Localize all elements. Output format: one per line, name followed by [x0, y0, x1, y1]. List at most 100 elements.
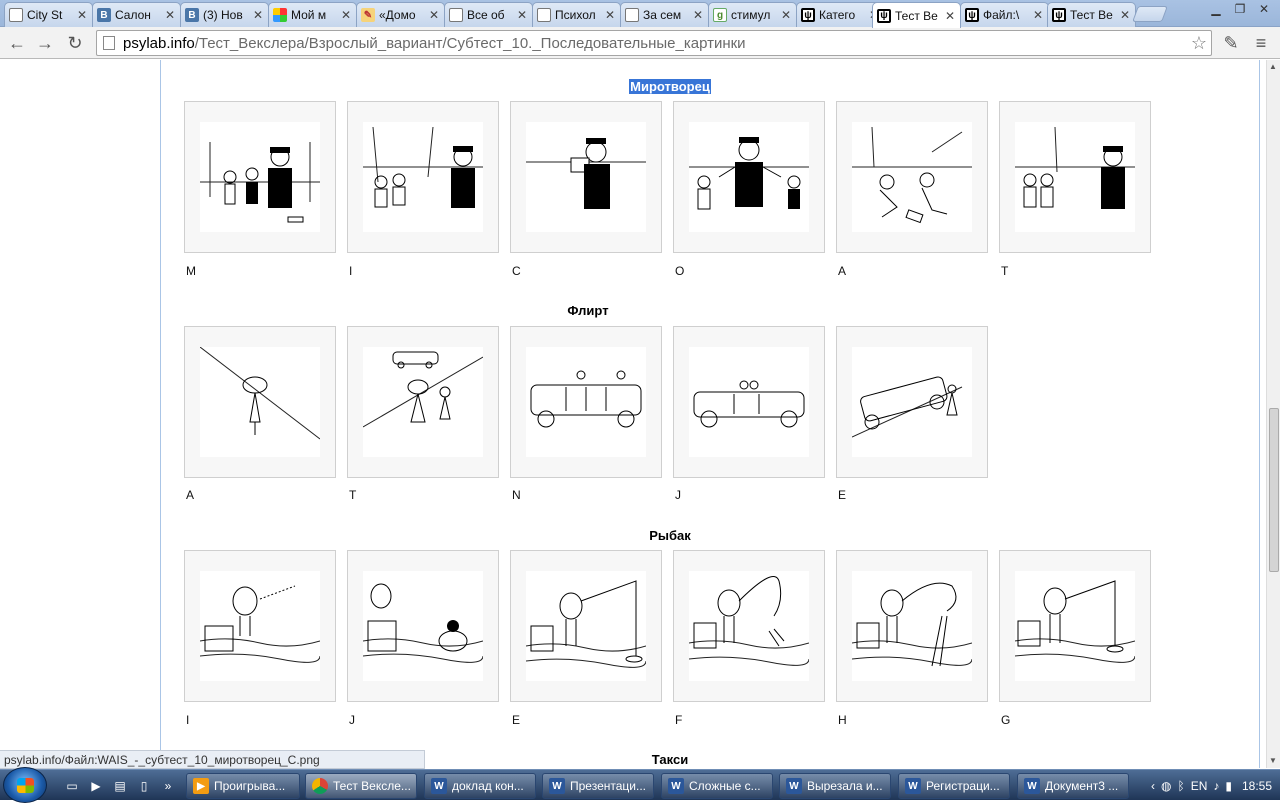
- close-icon[interactable]: ✕: [164, 8, 176, 22]
- bluetooth-icon[interactable]: ᛒ: [1177, 779, 1184, 793]
- thumbnail-flirt-j[interactable]: [673, 326, 825, 478]
- bookmark-star-icon[interactable]: ☆: [1191, 33, 1207, 54]
- close-icon[interactable]: ✕: [428, 8, 440, 22]
- cartoon-image: [1015, 580, 1135, 663]
- tab-stimul[interactable]: g стимул ✕: [708, 2, 797, 27]
- address-bar[interactable]: psylab.info /Тест_Векслера/Взрослый_вари…: [96, 30, 1212, 56]
- forward-arrow-icon[interactable]: →: [34, 32, 56, 54]
- thumbnail-mirotvorets-a[interactable]: [836, 101, 988, 253]
- start-button[interactable]: [3, 767, 47, 803]
- tab-city-st[interactable]: City St ✕: [4, 2, 93, 27]
- minimize-icon[interactable]: ▁: [1204, 1, 1228, 17]
- tab-psihol[interactable]: Психол ✕: [532, 2, 621, 27]
- section-title-taksi: Такси: [651, 752, 689, 767]
- thumbnail-flirt-e[interactable]: [836, 326, 988, 478]
- thumbnail-rybak-e[interactable]: [510, 550, 662, 702]
- thumbnail-rybak-f[interactable]: [673, 550, 825, 702]
- word-icon: W: [431, 778, 447, 794]
- document-icon[interactable]: ▯: [136, 778, 152, 794]
- language-indicator[interactable]: EN: [1191, 779, 1208, 793]
- taskbar-item-label: Вырезала и...: [807, 779, 883, 793]
- volume-icon[interactable]: ♪: [1213, 779, 1219, 793]
- media-player-icon[interactable]: ▶: [88, 778, 104, 794]
- section-title-mirotvorets: Миротворец: [560, 79, 780, 94]
- tab-test-wechsler-2[interactable]: ψ Тест Ве ✕: [1047, 2, 1136, 27]
- caption-letter: J: [349, 713, 355, 727]
- clock[interactable]: 18:55: [1242, 779, 1272, 793]
- page-menu-icon[interactable]: ✎: [1220, 32, 1242, 54]
- scrollbar-thumb[interactable]: [1269, 408, 1279, 572]
- scroll-up-icon[interactable]: ▲: [1269, 62, 1277, 71]
- explorer-icon[interactable]: ▤: [112, 778, 128, 794]
- thumbnail-mirotvorets-t[interactable]: [999, 101, 1151, 253]
- tab-test-wechsler-active[interactable]: ψ Тест Ве ✕: [872, 2, 961, 28]
- close-icon[interactable]: ✕: [516, 8, 528, 22]
- taskbar-item[interactable]: W Документ3 ...: [1017, 773, 1129, 799]
- doc-icon: [537, 8, 551, 22]
- taskbar-item-label: Документ3 ...: [1045, 779, 1119, 793]
- cartoon-image: [200, 585, 320, 663]
- close-icon[interactable]: ✕: [944, 9, 956, 23]
- doc-icon: [9, 8, 23, 22]
- thumbnail-rybak-g[interactable]: [999, 550, 1151, 702]
- taskbar-item[interactable]: W Презентаци...: [542, 773, 654, 799]
- network-globe-icon[interactable]: ◍: [1161, 779, 1171, 793]
- tab-moy-mir[interactable]: Мой м ✕: [268, 2, 357, 27]
- thumbnail-rybak-j[interactable]: [347, 550, 499, 702]
- tab-fail[interactable]: ψ Файл:\ ✕: [960, 2, 1049, 27]
- taskbar-item[interactable]: W Регистраци...: [898, 773, 1010, 799]
- tab-vse-ob[interactable]: Все об ✕: [444, 2, 533, 27]
- close-icon[interactable]: ✕: [1119, 8, 1131, 22]
- show-desktop-icon[interactable]: ▭: [64, 778, 80, 794]
- tray-expand-icon[interactable]: ‹: [1151, 779, 1155, 793]
- scroll-down-icon[interactable]: ▼: [1269, 756, 1277, 765]
- caption-letter: A: [186, 488, 195, 502]
- caption-letter: O: [675, 264, 685, 278]
- thumbnail-mirotvorets-o[interactable]: [673, 101, 825, 253]
- close-icon[interactable]: ✕: [604, 8, 616, 22]
- thumbnail-rybak-i[interactable]: [184, 550, 336, 702]
- close-icon[interactable]: ✕: [692, 8, 704, 22]
- taskbar-item-label: Проигрыва...: [214, 779, 286, 793]
- close-icon[interactable]: ✕: [1032, 8, 1044, 22]
- tab-title: Тест Ве: [1070, 8, 1113, 22]
- thumbnail-mirotvorets-i[interactable]: [347, 101, 499, 253]
- wrench-menu-icon[interactable]: ≡: [1250, 32, 1272, 54]
- browser-toolbar: ← → ↻ psylab.info /Тест_Векслера/Взрослы…: [0, 27, 1280, 59]
- thumbnail-flirt-a[interactable]: [184, 326, 336, 478]
- thumbnail-flirt-n[interactable]: [510, 326, 662, 478]
- taskbar-item[interactable]: W доклад кон...: [424, 773, 536, 799]
- vertical-scrollbar[interactable]: ▲ ▼: [1266, 60, 1280, 768]
- maximize-icon[interactable]: ❐: [1228, 1, 1252, 17]
- doc-icon: [625, 8, 639, 22]
- tab-salon[interactable]: B Салон ✕: [92, 2, 181, 27]
- close-icon[interactable]: ✕: [76, 8, 88, 22]
- new-tab-button[interactable]: [1132, 6, 1168, 22]
- window-controls: ▁ ❐ ✕: [1204, 1, 1276, 17]
- battery-icon[interactable]: ▮: [1225, 779, 1232, 793]
- quicklaunch-more-icon[interactable]: »: [160, 778, 176, 794]
- taskbar-item[interactable]: W Вырезала и...: [779, 773, 891, 799]
- thumbnail-mirotvorets-m[interactable]: [184, 101, 336, 253]
- close-icon[interactable]: ✕: [252, 8, 264, 22]
- tab-za-sem[interactable]: За сем ✕: [620, 2, 709, 27]
- reload-icon[interactable]: ↻: [64, 32, 86, 54]
- close-icon[interactable]: ✕: [340, 8, 352, 22]
- chrome-icon: [312, 778, 328, 794]
- taskbar-item[interactable]: W Сложные с...: [661, 773, 773, 799]
- caption-letter: C: [512, 264, 521, 278]
- tab-title: Все об: [467, 8, 505, 22]
- taskbar-item-active[interactable]: Тест Вексле...: [305, 773, 417, 799]
- caption-letter: M: [186, 264, 196, 278]
- thumbnail-rybak-h[interactable]: [836, 550, 988, 702]
- thumbnail-flirt-t[interactable]: [347, 326, 499, 478]
- section-title-flirt: Флирт: [567, 303, 609, 318]
- taskbar-item[interactable]: ▶ Проигрыва...: [186, 773, 300, 799]
- tab-domo[interactable]: ✎ «Домо ✕: [356, 2, 445, 27]
- word-icon: W: [905, 778, 921, 794]
- tab-vk-news[interactable]: B (3) Нов ✕: [180, 2, 269, 27]
- thumbnail-mirotvorets-c[interactable]: [510, 101, 662, 253]
- close-window-icon[interactable]: ✕: [1252, 1, 1276, 17]
- back-arrow-icon[interactable]: ←: [6, 32, 28, 54]
- close-icon[interactable]: ✕: [780, 8, 792, 22]
